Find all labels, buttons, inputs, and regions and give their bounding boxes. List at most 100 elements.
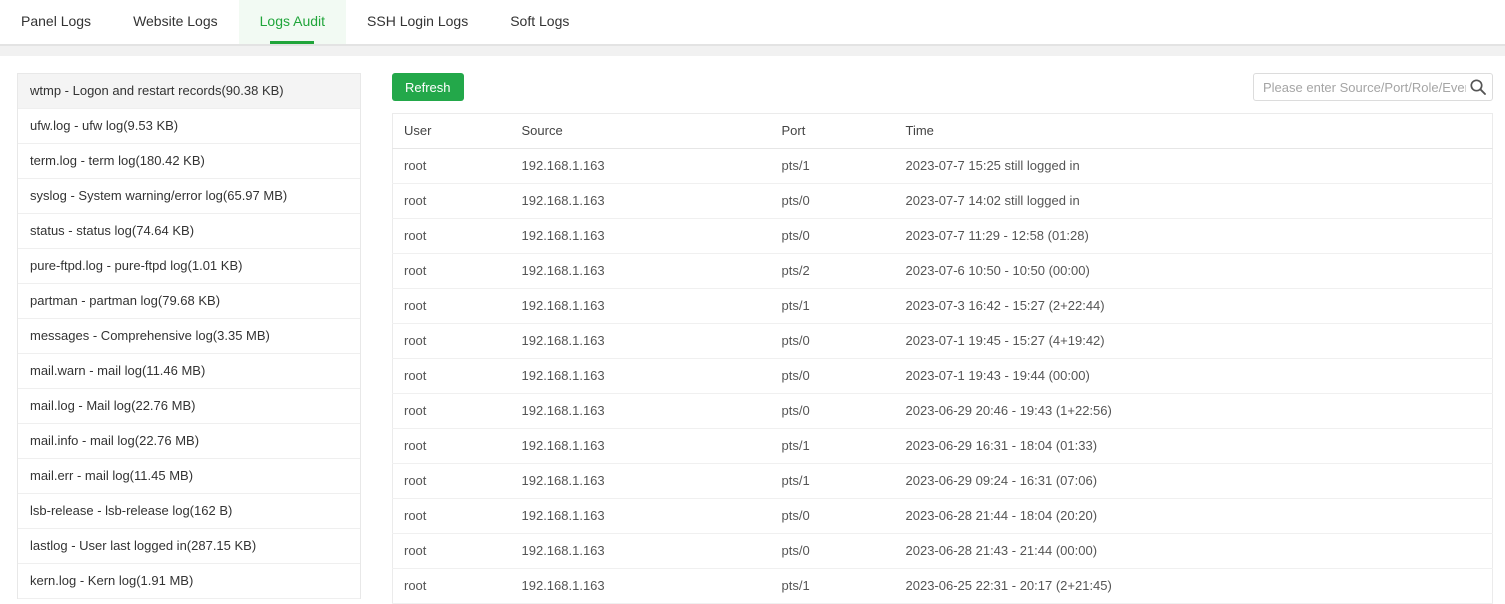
log-file-item[interactable]: lastlog - User last logged in(287.15 KB) bbox=[18, 529, 360, 564]
cell-time: 2023-07-3 16:42 - 15:27 (2+22:44) bbox=[895, 289, 1493, 324]
cell-source: 192.168.1.163 bbox=[511, 499, 771, 534]
table-row: root192.168.1.163pts/02023-07-1 19:43 - … bbox=[393, 359, 1493, 394]
cell-port: pts/1 bbox=[771, 149, 895, 184]
table-row: root192.168.1.163pts/02023-06-28 21:44 -… bbox=[393, 499, 1493, 534]
cell-user: root bbox=[393, 394, 511, 429]
cell-port: pts/1 bbox=[771, 429, 895, 464]
table-header-row: User Source Port Time bbox=[393, 114, 1493, 149]
log-file-item[interactable]: pure-ftpd.log - pure-ftpd log(1.01 KB) bbox=[18, 249, 360, 284]
cell-user: root bbox=[393, 569, 511, 604]
cell-user: root bbox=[393, 534, 511, 569]
tab-ssh-login-logs[interactable]: SSH Login Logs bbox=[346, 0, 489, 44]
column-header-source: Source bbox=[511, 114, 771, 149]
log-file-list: wtmp - Logon and restart records(90.38 K… bbox=[17, 73, 361, 599]
cell-source: 192.168.1.163 bbox=[511, 219, 771, 254]
table-row: root192.168.1.163pts/12023-07-3 16:42 - … bbox=[393, 289, 1493, 324]
log-file-item[interactable]: term.log - term log(180.42 KB) bbox=[18, 144, 360, 179]
tab-website-logs[interactable]: Website Logs bbox=[112, 0, 239, 44]
table-row: root192.168.1.163pts/12023-06-25 22:31 -… bbox=[393, 569, 1493, 604]
table-body: root192.168.1.163pts/12023-07-7 15:25 st… bbox=[393, 149, 1493, 604]
cell-time: 2023-06-29 20:46 - 19:43 (1+22:56) bbox=[895, 394, 1493, 429]
log-file-item[interactable]: messages - Comprehensive log(3.35 MB) bbox=[18, 319, 360, 354]
toolbar: Refresh bbox=[392, 73, 1493, 101]
log-file-item[interactable]: partman - partman log(79.68 KB) bbox=[18, 284, 360, 319]
cell-user: root bbox=[393, 149, 511, 184]
table-row: root192.168.1.163pts/02023-06-28 21:43 -… bbox=[393, 534, 1493, 569]
cell-port: pts/1 bbox=[771, 289, 895, 324]
log-file-item[interactable]: mail.log - Mail log(22.76 MB) bbox=[18, 389, 360, 424]
cell-source: 192.168.1.163 bbox=[511, 464, 771, 499]
cell-port: pts/1 bbox=[771, 569, 895, 604]
cell-time: 2023-06-29 16:31 - 18:04 (01:33) bbox=[895, 429, 1493, 464]
cell-source: 192.168.1.163 bbox=[511, 429, 771, 464]
cell-source: 192.168.1.163 bbox=[511, 254, 771, 289]
search-icon[interactable] bbox=[1469, 78, 1487, 96]
cell-time: 2023-07-7 15:25 still logged in bbox=[895, 149, 1493, 184]
cell-port: pts/1 bbox=[771, 464, 895, 499]
cell-user: root bbox=[393, 324, 511, 359]
log-file-item[interactable]: wtmp - Logon and restart records(90.38 K… bbox=[18, 74, 360, 109]
log-file-item[interactable]: ufw.log - ufw log(9.53 KB) bbox=[18, 109, 360, 144]
table-row: root192.168.1.163pts/02023-07-7 11:29 - … bbox=[393, 219, 1493, 254]
cell-port: pts/0 bbox=[771, 184, 895, 219]
table-row: root192.168.1.163pts/02023-06-29 20:46 -… bbox=[393, 394, 1493, 429]
table-row: root192.168.1.163pts/02023-07-1 19:45 - … bbox=[393, 324, 1493, 359]
refresh-button[interactable]: Refresh bbox=[392, 73, 464, 101]
cell-source: 192.168.1.163 bbox=[511, 534, 771, 569]
log-file-item[interactable]: status - status log(74.64 KB) bbox=[18, 214, 360, 249]
cell-port: pts/2 bbox=[771, 254, 895, 289]
cell-time: 2023-06-28 21:43 - 21:44 (00:00) bbox=[895, 534, 1493, 569]
cell-source: 192.168.1.163 bbox=[511, 394, 771, 429]
cell-user: root bbox=[393, 289, 511, 324]
table-row: root192.168.1.163pts/12023-06-29 16:31 -… bbox=[393, 429, 1493, 464]
cell-time: 2023-06-28 21:44 - 18:04 (20:20) bbox=[895, 499, 1493, 534]
tab-logs-audit[interactable]: Logs Audit bbox=[239, 0, 346, 44]
log-file-item[interactable]: kern.log - Kern log(1.91 MB) bbox=[18, 564, 360, 599]
log-file-item[interactable]: mail.warn - mail log(11.46 MB) bbox=[18, 354, 360, 389]
cell-port: pts/0 bbox=[771, 324, 895, 359]
table-row: root192.168.1.163pts/12023-06-29 09:24 -… bbox=[393, 464, 1493, 499]
content-area: wtmp - Logon and restart records(90.38 K… bbox=[0, 56, 1505, 604]
log-file-item[interactable]: lsb-release - lsb-release log(162 B) bbox=[18, 494, 360, 529]
cell-port: pts/0 bbox=[771, 359, 895, 394]
tab-bar: Panel LogsWebsite LogsLogs AuditSSH Logi… bbox=[0, 0, 1505, 44]
cell-time: 2023-06-25 22:31 - 20:17 (2+21:45) bbox=[895, 569, 1493, 604]
cell-time: 2023-07-7 14:02 still logged in bbox=[895, 184, 1493, 219]
cell-user: root bbox=[393, 219, 511, 254]
cell-port: pts/0 bbox=[771, 219, 895, 254]
cell-user: root bbox=[393, 254, 511, 289]
cell-source: 192.168.1.163 bbox=[511, 324, 771, 359]
search-input[interactable] bbox=[1253, 73, 1493, 101]
cell-source: 192.168.1.163 bbox=[511, 569, 771, 604]
column-header-time: Time bbox=[895, 114, 1493, 149]
cell-time: 2023-07-1 19:45 - 15:27 (4+19:42) bbox=[895, 324, 1493, 359]
column-header-port: Port bbox=[771, 114, 895, 149]
header-divider bbox=[0, 44, 1505, 56]
log-file-item[interactable]: mail.err - mail log(11.45 MB) bbox=[18, 459, 360, 494]
cell-port: pts/0 bbox=[771, 534, 895, 569]
cell-time: 2023-07-6 10:50 - 10:50 (00:00) bbox=[895, 254, 1493, 289]
cell-time: 2023-07-1 19:43 - 19:44 (00:00) bbox=[895, 359, 1493, 394]
column-header-user: User bbox=[393, 114, 511, 149]
table-row: root192.168.1.163pts/02023-07-7 14:02 st… bbox=[393, 184, 1493, 219]
search-box bbox=[1253, 73, 1493, 101]
cell-user: root bbox=[393, 184, 511, 219]
cell-source: 192.168.1.163 bbox=[511, 184, 771, 219]
cell-user: root bbox=[393, 359, 511, 394]
cell-user: root bbox=[393, 499, 511, 534]
tab-soft-logs[interactable]: Soft Logs bbox=[489, 0, 590, 44]
cell-source: 192.168.1.163 bbox=[511, 289, 771, 324]
main-panel: Refresh User Source Port Time bbox=[392, 73, 1493, 604]
cell-time: 2023-06-29 09:24 - 16:31 (07:06) bbox=[895, 464, 1493, 499]
cell-user: root bbox=[393, 429, 511, 464]
log-file-item[interactable]: mail.info - mail log(22.76 MB) bbox=[18, 424, 360, 459]
cell-source: 192.168.1.163 bbox=[511, 359, 771, 394]
table-row: root192.168.1.163pts/12023-07-7 15:25 st… bbox=[393, 149, 1493, 184]
cell-port: pts/0 bbox=[771, 394, 895, 429]
table-row: root192.168.1.163pts/22023-07-6 10:50 - … bbox=[393, 254, 1493, 289]
tab-panel-logs[interactable]: Panel Logs bbox=[0, 0, 112, 44]
cell-time: 2023-07-7 11:29 - 12:58 (01:28) bbox=[895, 219, 1493, 254]
log-file-item[interactable]: syslog - System warning/error log(65.97 … bbox=[18, 179, 360, 214]
cell-user: root bbox=[393, 464, 511, 499]
cell-port: pts/0 bbox=[771, 499, 895, 534]
